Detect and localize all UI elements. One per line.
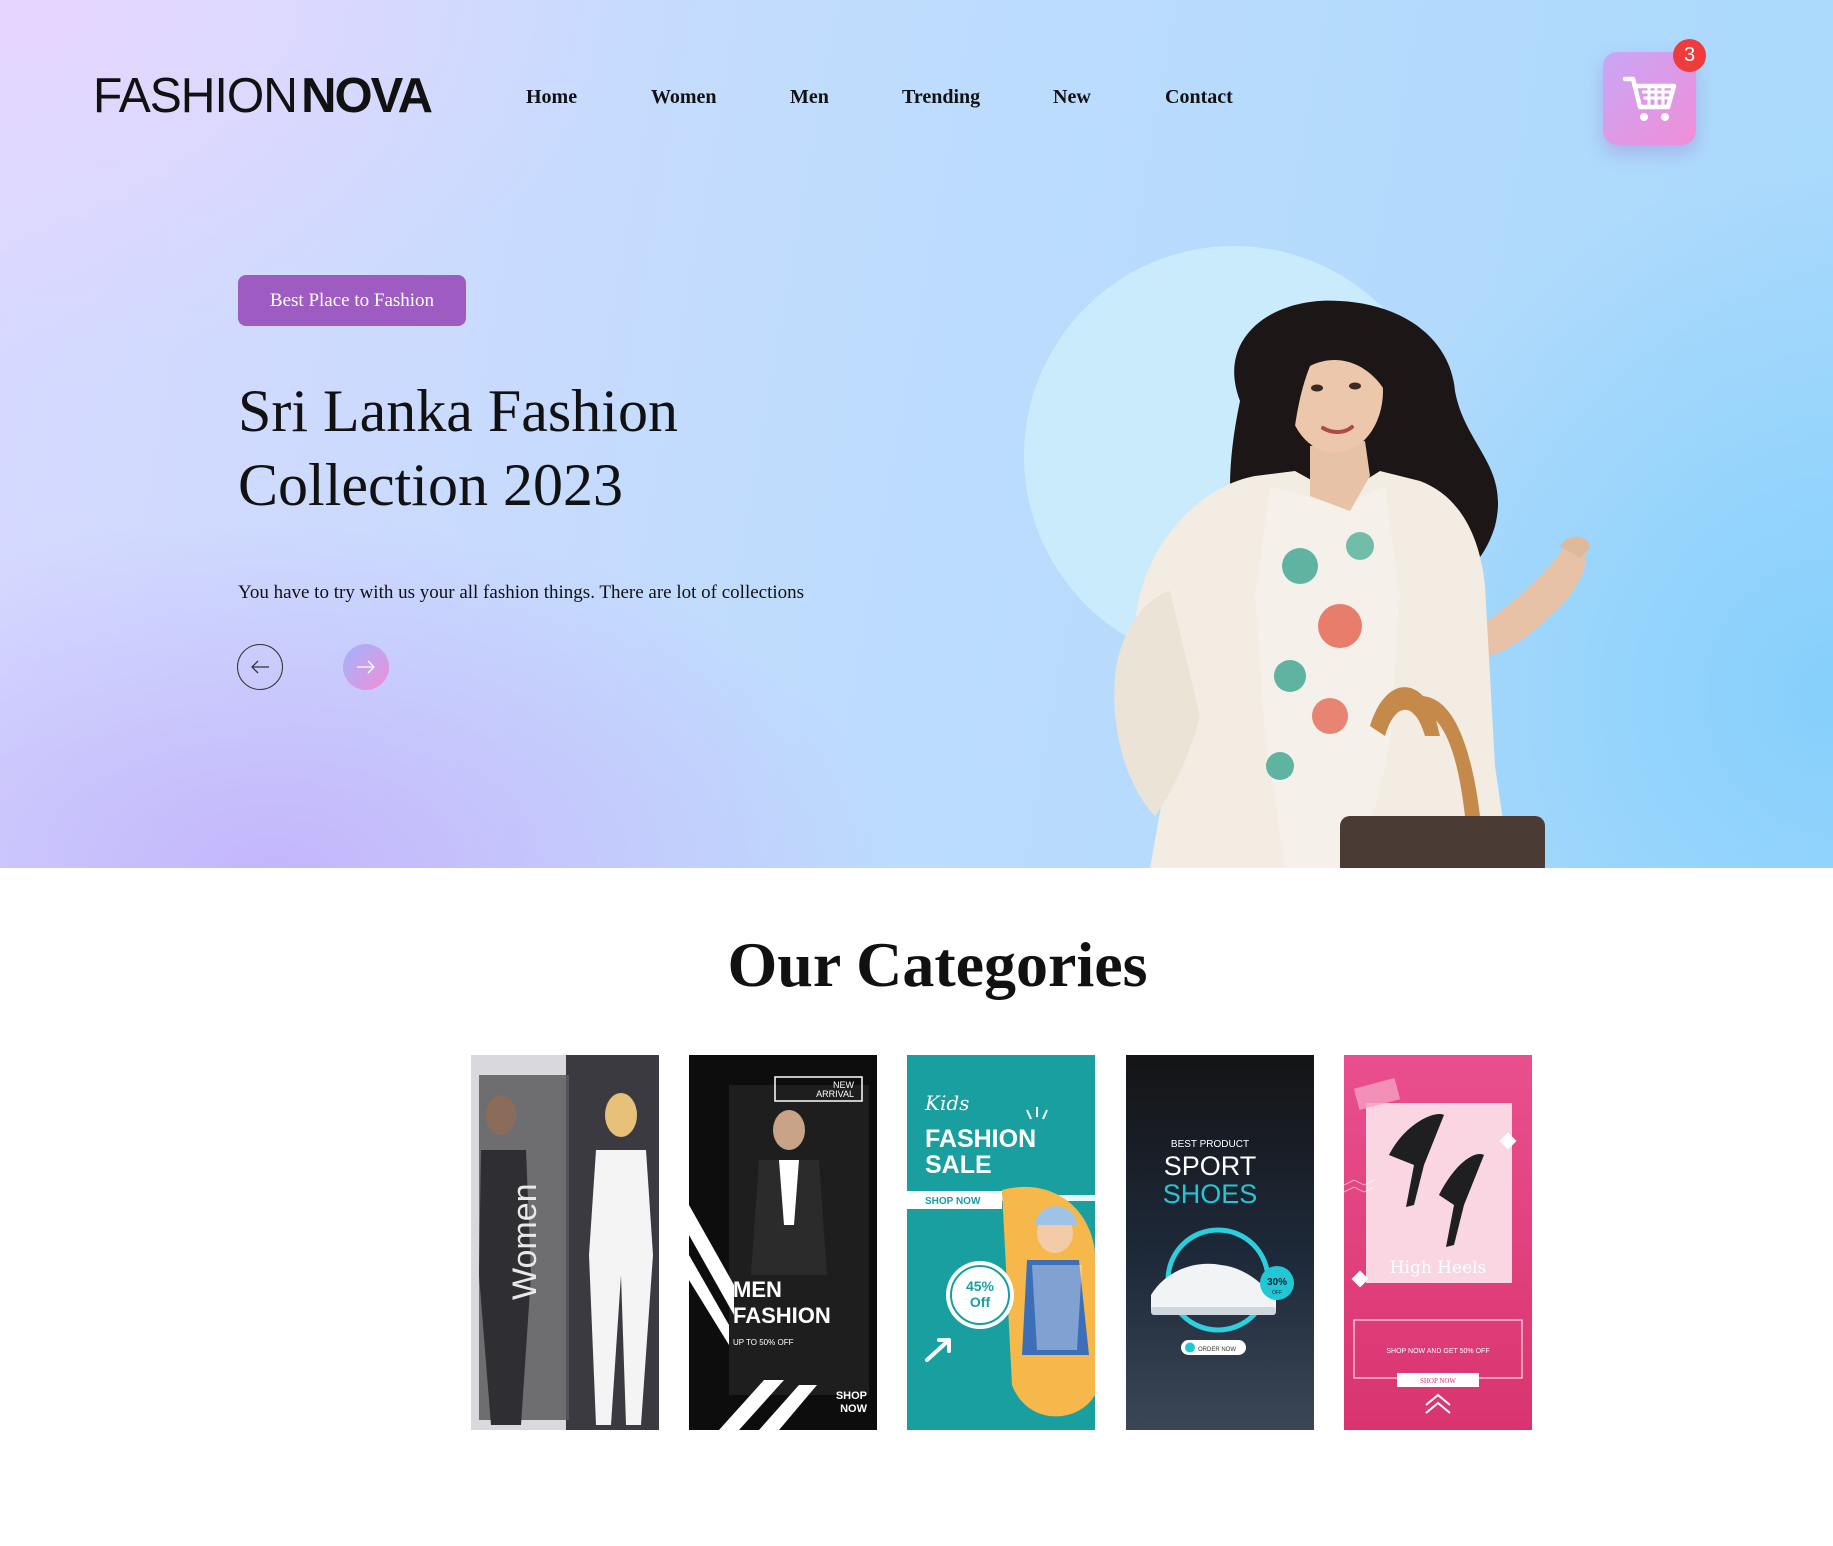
nav-new[interactable]: New: [1053, 86, 1091, 109]
arrow-right-icon: [357, 660, 375, 674]
next-slide-button[interactable]: [343, 644, 389, 690]
category-card-women[interactable]: Women: [471, 1055, 659, 1430]
logo-bold: NOVA: [301, 69, 433, 123]
hero-section: FASHION NOVA Home Women Men Trending New …: [0, 0, 1833, 868]
women-card-label: Women: [506, 1183, 544, 1300]
logo[interactable]: FASHION NOVA: [93, 69, 433, 123]
shoes-card-title-line1: SPORT: [1164, 1151, 1257, 1181]
category-card-high-heels[interactable]: High Heels SHOP NOW AND GET 50% OFF SHOP…: [1344, 1055, 1532, 1430]
kids-card-script: Kids: [924, 1091, 969, 1115]
kids-card-discount-line2: Off: [970, 1294, 991, 1310]
category-card-sport-shoes[interactable]: BEST PRODUCT SPORT SHOES 30% OFF ORDER N…: [1126, 1055, 1314, 1430]
shoes-card-kicker: BEST PRODUCT: [1171, 1139, 1249, 1150]
heels-card-cta: SHOP NOW: [1420, 1377, 1456, 1385]
kids-card-title-line1: FASHION: [925, 1125, 1036, 1153]
hero-title: Sri Lanka Fashion Collection 2023: [238, 374, 798, 522]
nav-trending[interactable]: Trending: [902, 86, 980, 109]
men-card-subtitle: UP TO 50% OFF: [733, 1338, 794, 1347]
shoes-card-badge: 30%: [1267, 1277, 1287, 1288]
nav-contact[interactable]: Contact: [1165, 86, 1233, 109]
best-place-tag-button[interactable]: Best Place to Fashion: [238, 275, 466, 326]
men-card-badge-line2: ARRIVAL: [816, 1089, 854, 1099]
logo-light: FASHION: [93, 69, 298, 123]
heels-card-promo: SHOP NOW AND GET 50% OFF: [1386, 1348, 1489, 1355]
shoes-card-badge-sub: OFF: [1272, 1290, 1282, 1296]
hero-description: You have to try with us your all fashion…: [238, 582, 805, 603]
category-card-men[interactable]: NEW ARRIVAL MEN FASHION UP TO 50% OFF SH…: [689, 1055, 877, 1430]
arrow-left-icon: [251, 660, 269, 674]
prev-slide-button[interactable]: [237, 644, 283, 690]
men-card-cta-line1: SHOP: [836, 1390, 867, 1402]
nav-women[interactable]: Women: [651, 86, 717, 109]
kids-card-title-line2: SALE: [925, 1151, 992, 1179]
category-card-kids[interactable]: Kids FASHION SALE SHOP NOW 45% Off: [907, 1055, 1095, 1430]
men-card-title-line1: MEN: [733, 1277, 782, 1302]
men-card-title-line2: FASHION: [733, 1303, 831, 1328]
nav-men[interactable]: Men: [790, 86, 829, 109]
shoes-card-title-line2: SHOES: [1163, 1179, 1258, 1209]
kids-card-discount-line1: 45%: [966, 1278, 995, 1294]
nav-home[interactable]: Home: [526, 86, 577, 109]
hero-model-image: [1114, 300, 1590, 868]
men-card-cta-line2: NOW: [840, 1403, 868, 1415]
shoes-card-cta: ORDER NOW: [1198, 1347, 1236, 1353]
cart-icon: [1622, 76, 1676, 121]
cart-count-badge: 3: [1673, 39, 1706, 72]
categories-title: Our Categories: [727, 929, 1148, 1000]
hero-title-line2: Collection 2023: [238, 452, 623, 518]
kids-card-cta: SHOP NOW: [925, 1196, 981, 1207]
hero-title-line1: Sri Lanka Fashion: [238, 378, 678, 444]
heels-card-title: High Heels: [1390, 1258, 1487, 1278]
